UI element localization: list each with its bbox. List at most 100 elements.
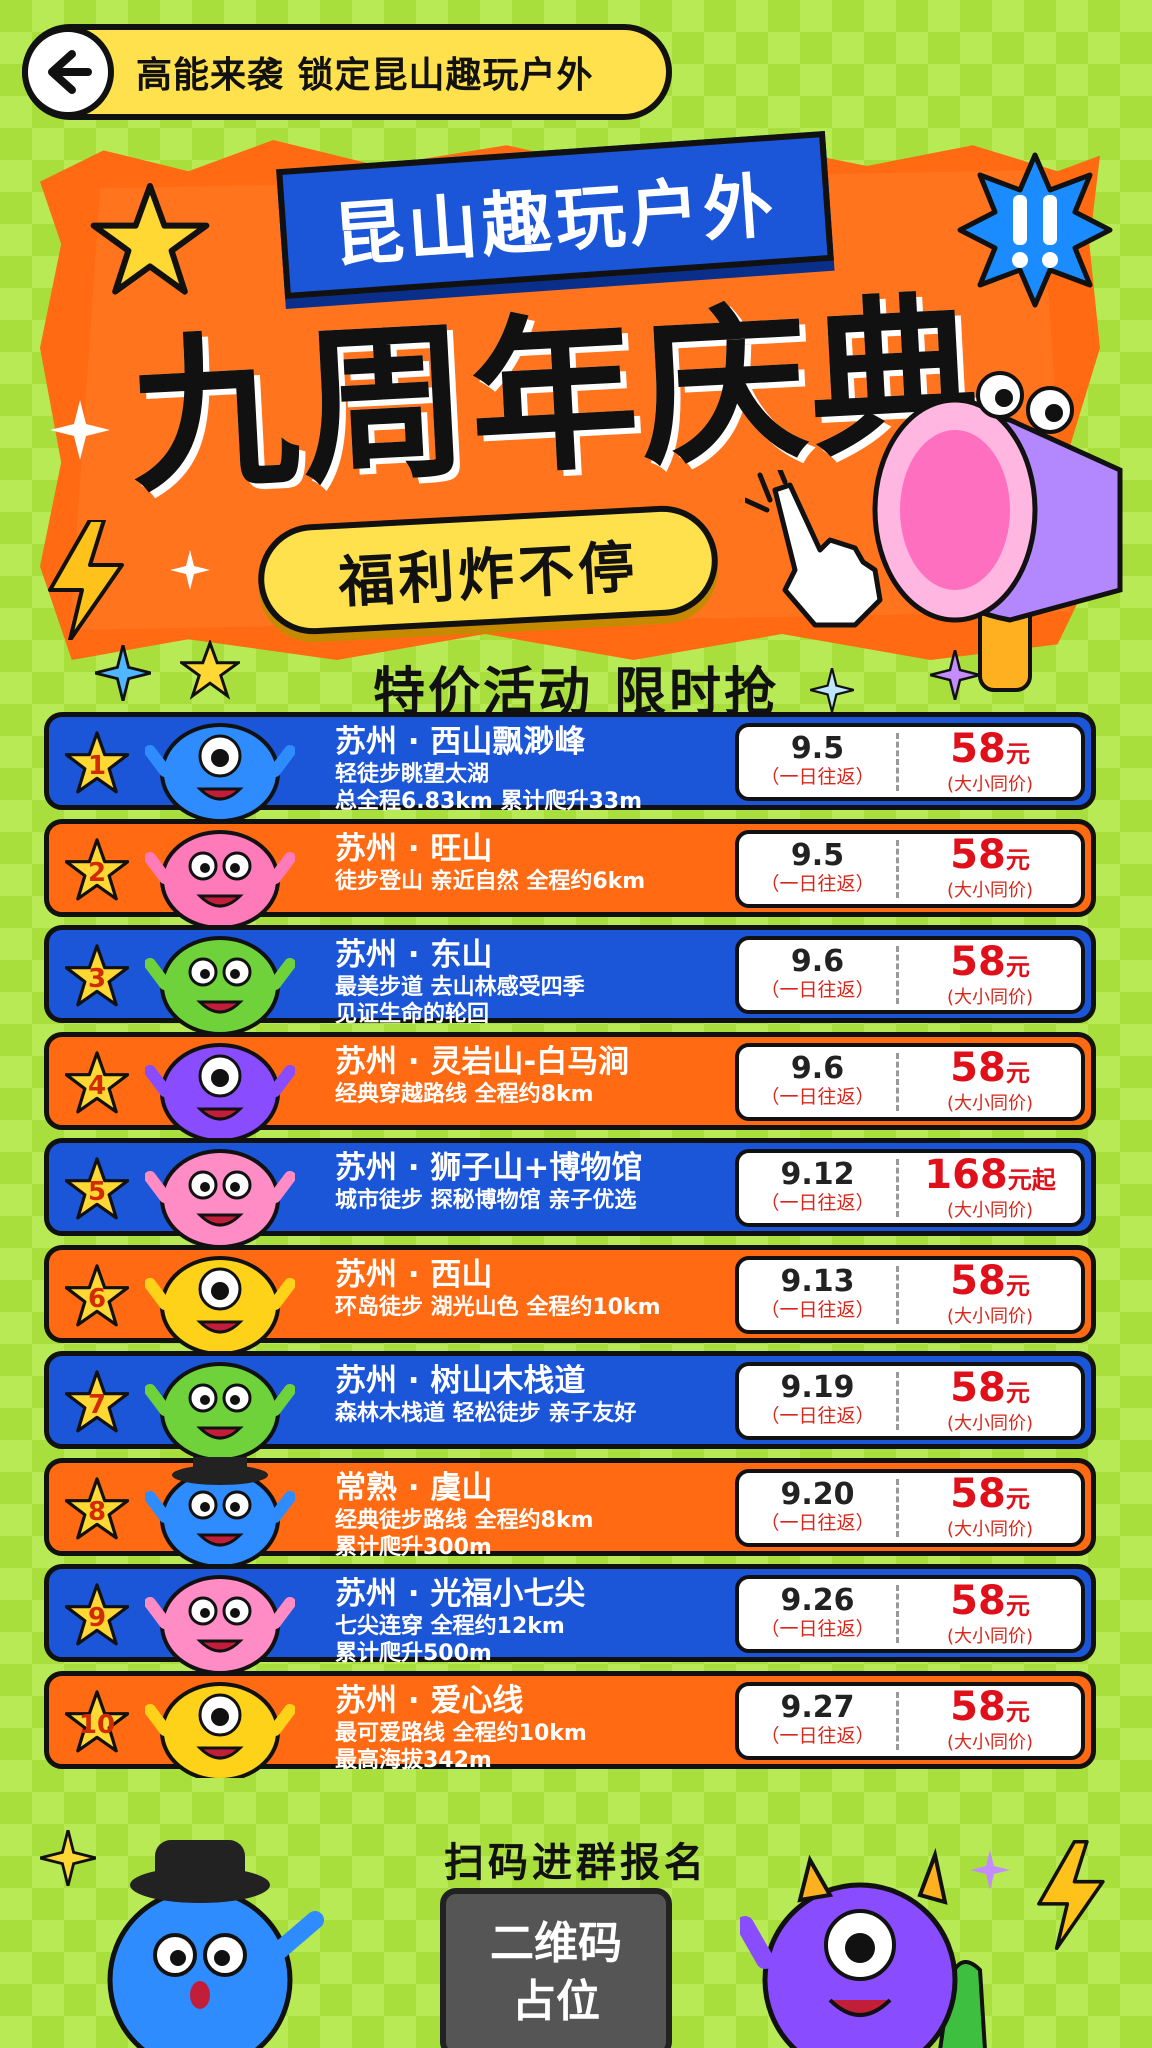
price-value: 58 (950, 1684, 1006, 1730)
date-column: 9.19 （一日往返） (739, 1372, 899, 1430)
route-description: 累计爬升300m (335, 1534, 492, 1560)
activity-date: 9.20 (780, 1476, 855, 1512)
route-name: 苏州 · 旺山 (335, 830, 493, 867)
price-column: 58元 (大小同价) (899, 1474, 1081, 1541)
activity-row[interactable]: 4 苏州 · 灵岩山-白马涧 经典穿越路线 全程约8km 9.6 （一日往返） 58元 (大… (44, 1031, 1096, 1143)
price-box: 9.13 （一日往返） 58元 (大小同价) (735, 1255, 1085, 1334)
activity-info: 苏州 · 爱心线 最可爱路线 全程约10km 最高海拔342m (335, 1682, 785, 1774)
price-note: (大小同价) (946, 986, 1034, 1008)
rank-number: 8 (87, 1496, 107, 1527)
price-box: 9.6 （一日往返） 58元 (大小同价) (735, 936, 1085, 1014)
blue-hat-monster-icon (107, 1840, 324, 2048)
price-box: 9.6 （一日往返） 58元 (大小同价) (735, 1042, 1085, 1121)
rank-number: 5 (87, 1177, 107, 1207)
price-value: 58 (950, 1258, 1006, 1304)
price-value: 58 (950, 938, 1006, 985)
route-name: 常熟 · 虞山 (335, 1469, 493, 1506)
activity-row[interactable]: 6 苏州 · 西山 环岛徒步 湖光山色 全程约10km 9.13 （一日往返） 58元 (大… (44, 1244, 1096, 1356)
price-line: 58元 (899, 1474, 1081, 1519)
activity-row[interactable]: 7 苏州 · 树山木栈道 森林木栈道 轻松徒步 亲子友好 9.19 （一日往返） 58元(… (44, 1351, 1096, 1462)
price-column: 58元 (大小同价) (899, 835, 1081, 902)
activity-row[interactable]: 9 苏州 · 光福小七尖 七尖连穿 全程约12km 累计爬升500m 9.26 （一日往返… (44, 1564, 1096, 1675)
price-line: 58元 (899, 1368, 1081, 1413)
qr-code-placeholder[interactable]: 二维码 占位 (440, 1888, 672, 2048)
green-monster-icon (144, 1350, 296, 1462)
sparkle-icon (50, 400, 110, 460)
price-unit: 元 (1005, 952, 1030, 981)
welfare-text: 福利炸不停 (336, 534, 640, 616)
pink-monster-icon (144, 818, 296, 930)
activity-date: 9.5 (790, 837, 845, 873)
price-line: 58元 (899, 1581, 1081, 1626)
sparkle-icon (170, 550, 210, 590)
activity-info: 苏州 · 光福小七尖 七尖连穿 全程约12km 累计爬升500m (335, 1575, 785, 1667)
route-description: 城市徒步 探秘博物馆 亲子优选 (335, 1188, 637, 1213)
price-line: 58元 (899, 1261, 1081, 1306)
route-description: 最美步道 去山林感受四季 (335, 975, 585, 1000)
price-line: 168元起 (899, 1155, 1081, 1200)
megaphone-icon (872, 371, 1123, 692)
date-column: 9.6 （一日往返） (739, 1050, 899, 1111)
rank-number: 4 (87, 1070, 107, 1101)
activity-info: 常熟 · 虞山 经典徒步路线 全程约8km 累计爬升300m (335, 1469, 785, 1561)
rank-number: 1 (87, 751, 107, 781)
activity-info: 苏州 · 西山飘渺峰 轻徒步眺望太湖 总全程6.83km 累计爬升33m (335, 723, 785, 815)
activity-date: 9.13 (780, 1263, 855, 1299)
activity-row[interactable]: 2 苏州 · 旺山 徒步登山 亲近自然 全程约6km 9.5 （一日往返） 58元 (大小同… (44, 818, 1096, 930)
date-column: 9.6 （一日往返） (739, 946, 899, 1004)
activity-row[interactable]: 8 常熟 · 虞山 经典徒步路线 全程约8km 累计爬升300m 9.20 （一日往返） 5… (44, 1448, 1096, 1569)
activity-date: 9.6 (790, 1050, 845, 1086)
top-nav-bar: 高能来袭 锁定昆山趣玩户外 (22, 24, 672, 120)
route-description: 累计爬升500m (335, 1641, 492, 1666)
rank-number: 7 (87, 1390, 107, 1420)
date-column: 9.13 （一日往返） (739, 1263, 899, 1324)
price-column: 58元 (大小同价) (899, 1368, 1081, 1435)
trip-type: （一日往返） (760, 1298, 875, 1321)
route-description: 最可爱路线 全程约10km (335, 1720, 587, 1746)
rank-number: 10 (78, 1709, 116, 1740)
price-box: 9.26 （一日往返） 58元 (大小同价) (735, 1575, 1085, 1653)
trip-type: （一日往返） (760, 979, 875, 1001)
purple-one-eyed-monster-icon (740, 1847, 987, 2048)
date-column: 9.27 （一日往返） (739, 1691, 899, 1750)
price-note: (大小同价) (946, 1199, 1034, 1221)
price-note: (大小同价) (946, 1519, 1034, 1540)
price-value: 58 (950, 725, 1006, 772)
price-line: 58元 (899, 942, 1081, 987)
price-line: 58元 (899, 729, 1081, 774)
activity-row[interactable]: 10 苏州 · 爱心线 最可爱路线 全程约10km 最高海拔342m 9.27 （一日往返… (44, 1670, 1096, 1782)
price-line: 58元 (899, 835, 1081, 880)
date-column: 9.5 （一日往返） (739, 837, 899, 898)
route-name: 苏州 · 西山飘渺峰 (335, 724, 586, 760)
trip-type: （一日往返） (760, 1618, 875, 1640)
route-name: 苏州 · 灵岩山-白马涧 (335, 1043, 630, 1080)
date-column: 9.20 （一日往返） (739, 1476, 899, 1537)
pink-winking-monster-icon (144, 1563, 296, 1675)
route-description: 经典穿越路线 全程约8km (335, 1081, 594, 1107)
activity-row[interactable]: 3 苏州 · 东山 最美步道 去山林感受四季 见证生命的轮回 9.6 （一日往返） 58元(… (44, 925, 1096, 1036)
blue-hat-monster-icon (144, 1448, 296, 1569)
price-unit: 元 (1005, 1272, 1030, 1300)
price-value: 58 (950, 1364, 1006, 1411)
activity-row[interactable]: 5 苏州 · 狮子山+博物馆 城市徒步 探秘博物馆 亲子优选 9.12 （一日往返） 16… (44, 1138, 1096, 1249)
price-note: (大小同价) (946, 1306, 1034, 1327)
route-name: 苏州 · 东山 (335, 937, 493, 973)
price-box: 9.20 （一日往返） 58元 (大小同价) (735, 1468, 1085, 1547)
rank-number: 2 (87, 857, 107, 888)
activity-list: 1 苏州 · 西山飘渺峰 轻徒步眺望太湖 总全程6.83km 累计爬升33m 9.5 （一… (44, 712, 1096, 1782)
route-description: 见证生命的轮回 (335, 1002, 490, 1027)
back-button[interactable] (22, 26, 114, 118)
route-description: 森林木栈道 轻松徒步 亲子友好 (335, 1401, 637, 1426)
activity-date: 9.5 (790, 731, 845, 766)
activity-info: 苏州 · 狮子山+博物馆 城市徒步 探秘博物馆 亲子优选 (335, 1149, 785, 1214)
price-box: 9.19 （一日往返） 58元 (大小同价) (735, 1362, 1085, 1440)
arrow-left-icon (48, 50, 92, 94)
price-note: (大小同价) (946, 773, 1034, 795)
price-unit: 元起 (1007, 1165, 1056, 1194)
price-unit: 元 (1005, 1059, 1030, 1087)
activity-date: 9.6 (790, 944, 845, 979)
nav-title: 高能来袭 锁定昆山趣玩户外 (136, 55, 594, 96)
price-value: 168 (924, 1151, 1008, 1198)
price-unit: 元 (1005, 1485, 1030, 1513)
activity-row[interactable]: 1 苏州 · 西山飘渺峰 轻徒步眺望太湖 总全程6.83km 累计爬升33m 9.5 （一… (44, 712, 1096, 823)
